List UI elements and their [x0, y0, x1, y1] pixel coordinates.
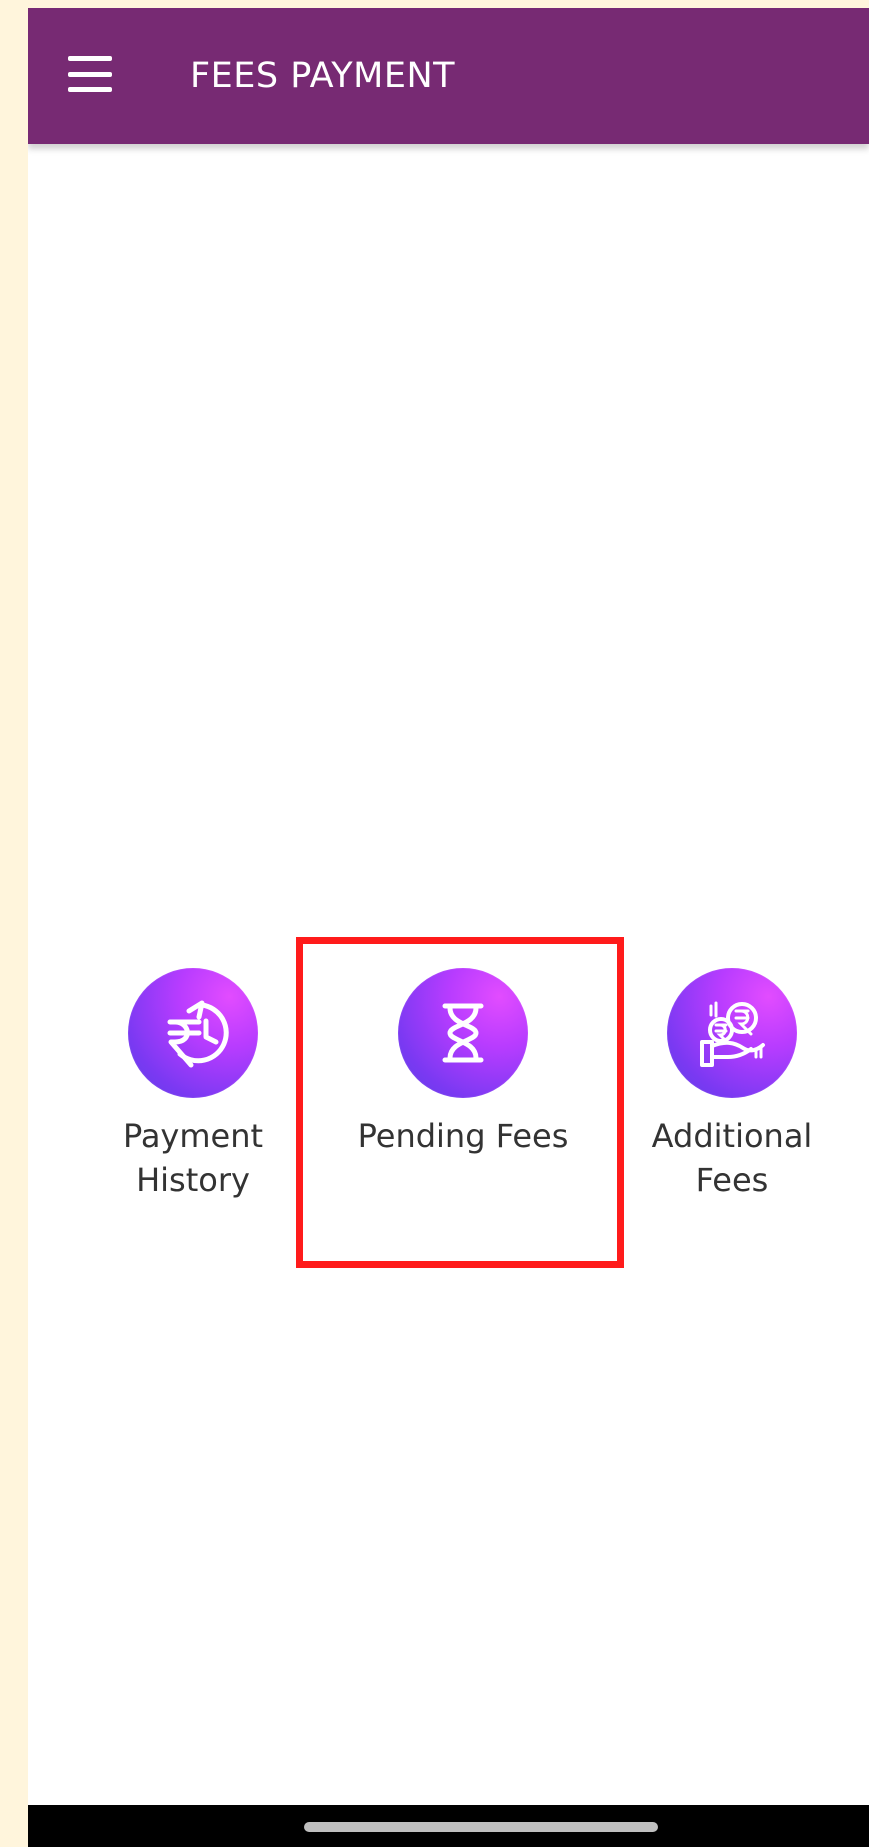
- fees-payment-screen: FEES PAYMENT Payment History Pending Fee…: [28, 8, 869, 1847]
- rupee-history-icon: [128, 968, 258, 1098]
- hamburger-line-icon: [68, 87, 112, 92]
- home-indicator[interactable]: [304, 1822, 658, 1832]
- pending-fees-label: Pending Fees: [357, 1117, 569, 1155]
- additional-fees-button[interactable]: Additional Fees: [617, 968, 847, 1202]
- payment-history-button[interactable]: Payment History: [78, 968, 308, 1202]
- hamburger-line-icon: [68, 71, 112, 77]
- additional-fees-label: Additional Fees: [651, 1117, 813, 1199]
- app-bar: FEES PAYMENT: [28, 8, 869, 144]
- page-title: FEES PAYMENT: [190, 56, 456, 96]
- payment-history-label: Payment History: [122, 1117, 264, 1199]
- hourglass-icon: [398, 968, 528, 1098]
- hamburger-line-icon: [68, 56, 112, 61]
- hand-coins-icon: [667, 968, 797, 1098]
- menu-button[interactable]: [68, 56, 112, 92]
- pending-fees-button[interactable]: Pending Fees: [348, 968, 578, 1158]
- system-navigation-bar: [28, 1805, 869, 1847]
- fee-actions: Payment History Pending Fees Additional …: [28, 968, 869, 1278]
